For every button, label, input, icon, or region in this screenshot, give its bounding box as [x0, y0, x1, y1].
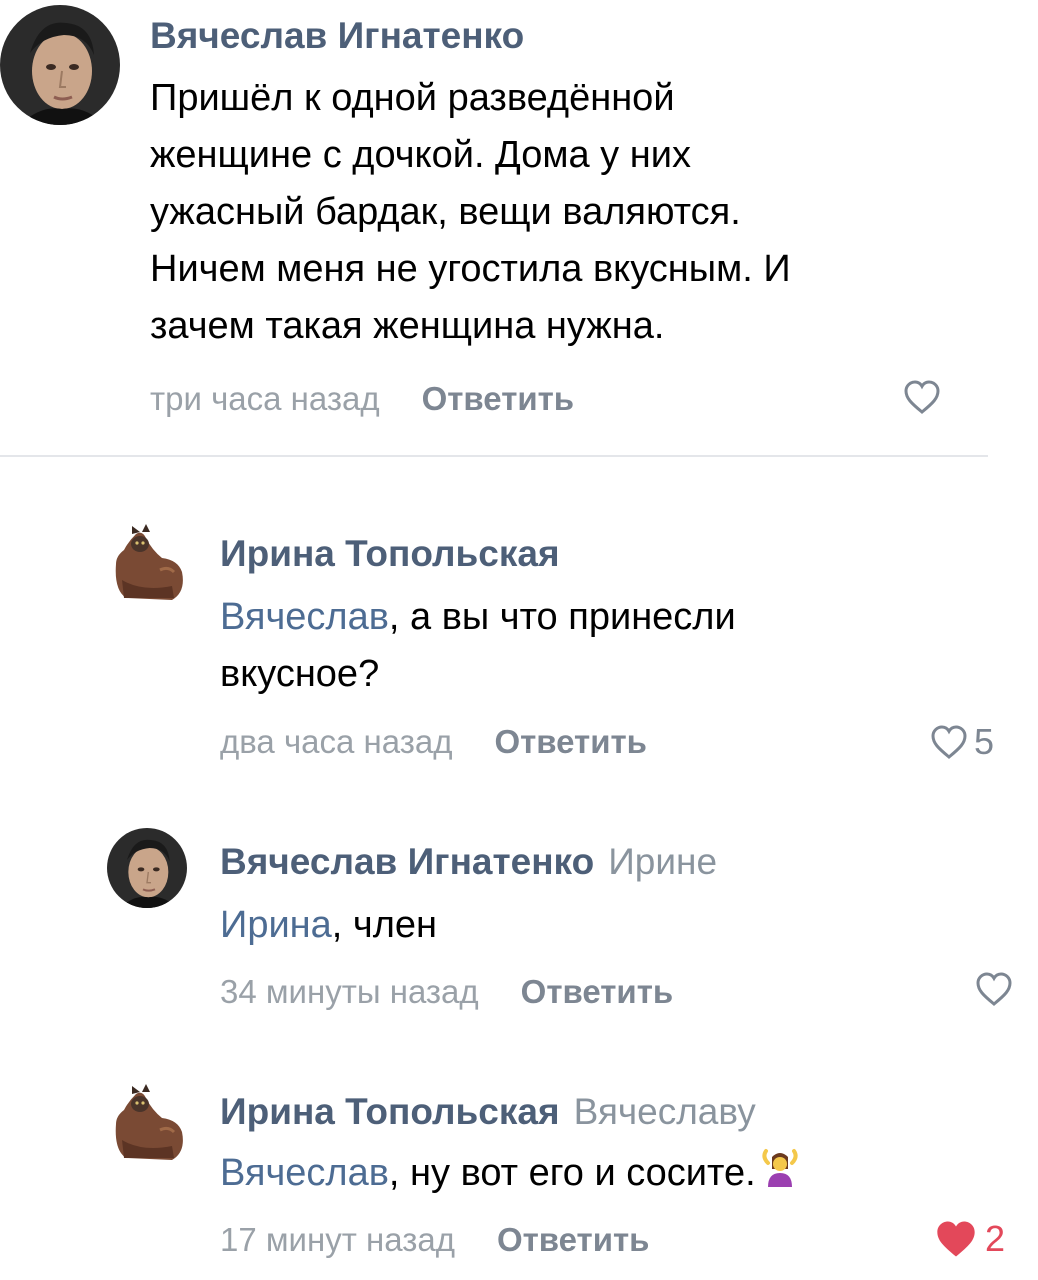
mention-link[interactable]: Ирина [220, 904, 332, 946]
avatar[interactable] [102, 520, 186, 604]
heart-outline-icon [904, 380, 940, 414]
like-button[interactable] [975, 971, 1013, 1007]
heart-outline-icon [931, 725, 967, 759]
comment-time: два часа назад [220, 723, 453, 760]
mention-link[interactable]: Вячеслав [220, 596, 389, 638]
comments-thread: Вячеслав Игнатенко Пришёл к одной развед… [0, 0, 1038, 1280]
comment-time: три часа назад [150, 380, 380, 417]
reply-button[interactable]: Ответить [497, 1221, 650, 1258]
like-count: 2 [985, 1218, 1006, 1259]
comment-meta: три часа назад Ответить [150, 379, 574, 419]
reply-button[interactable]: Ответить [521, 973, 674, 1010]
avatar[interactable] [102, 1080, 186, 1164]
reply-button[interactable]: Ответить [494, 723, 647, 760]
comment-time: 34 минуты назад [220, 973, 479, 1010]
comment-author[interactable]: Ирина Топольская Вячеславу [220, 1090, 756, 1134]
mention-link[interactable]: Вячеслав [220, 1152, 389, 1194]
heart-filled-icon [937, 1221, 975, 1257]
comment-text: Ирина, член [220, 904, 438, 946]
comment-author[interactable]: Вячеслав Игнатенко [150, 14, 524, 58]
like-button[interactable] [903, 379, 941, 415]
comment-author[interactable]: Ирина Топольская [220, 532, 560, 576]
like-button[interactable]: 5 [930, 722, 994, 762]
comment-time: 17 минут назад [220, 1221, 455, 1258]
comment-meta: 17 минут назад Ответить [220, 1220, 649, 1260]
comment-text: Пришёл к одной разведённой женщине с доч… [150, 77, 791, 347]
like-button[interactable]: 2 [933, 1218, 1005, 1260]
divider [0, 455, 988, 457]
person-shrugging-emoji [760, 1147, 800, 1206]
heart-outline-icon [976, 972, 1012, 1006]
comment-meta: 34 минуты назад Ответить [220, 972, 673, 1012]
comment-meta: два часа назад Ответить [220, 722, 647, 762]
comment-text: Вячеслав, ну вот его и сосите. [220, 1145, 1020, 1206]
comment-author[interactable]: Вячеслав Игнатенко Ирине [220, 840, 717, 884]
comment-text: Вячеслав, а вы что принесли вкусное? [220, 596, 736, 695]
reply-button[interactable]: Ответить [422, 380, 575, 417]
reply-to-label[interactable]: Ирине [608, 841, 717, 882]
reply-to-label[interactable]: Вячеславу [574, 1091, 756, 1132]
avatar[interactable] [0, 5, 120, 125]
avatar[interactable] [107, 828, 187, 908]
like-count: 5 [974, 721, 995, 762]
